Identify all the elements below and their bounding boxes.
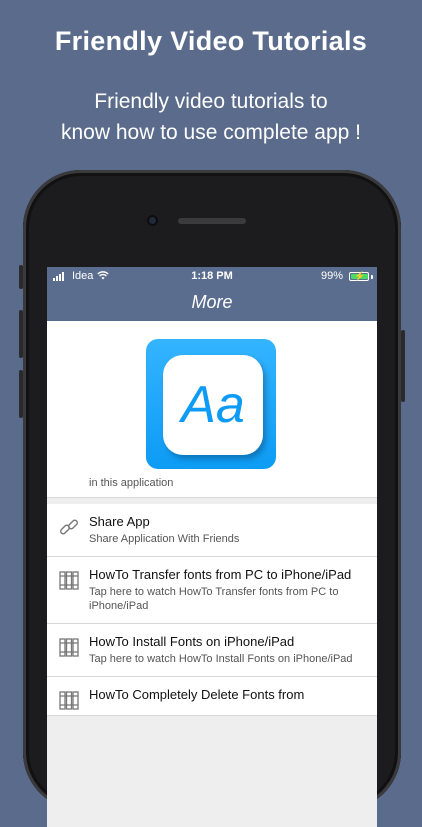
link-icon [60,519,78,535]
app-icon-glyph: Aa [163,355,263,455]
phone-frame: Idea 1:18 PM 99% ⚡ More Aa in this appli… [19,170,405,827]
list-item-title: HowTo Install Fonts on iPhone/iPad [89,634,295,649]
nav-bar: More [47,287,377,321]
list-item-delete-fonts[interactable]: HowTo Completely Delete Fonts from [47,677,377,716]
app-icon: Aa [146,339,276,469]
front-camera [147,215,158,226]
status-bar: Idea 1:18 PM 99% ⚡ [47,267,377,287]
books-icon [59,638,79,657]
list-item-title: HowTo Transfer fonts from PC to iPhone/i… [89,567,352,582]
volume-up-button [19,310,23,358]
promo-headline: Friendly Video Tutorials [54,26,368,56]
promo-subline-line-1: Friendly video tutorials to [94,90,328,113]
list-item-transfer-fonts[interactable]: HowTo Transfer fonts from PC to iPhone/i… [47,557,377,624]
battery-percent: 99% [320,270,343,282]
volume-down-button [19,370,23,418]
list-item-title: Share App [89,514,150,529]
list-item-install-fonts[interactable]: HowTo Install Fonts on iPhone/iPad Tap h… [47,624,377,677]
battery-tip [371,275,373,279]
books-icon [59,571,79,590]
app-icon-header: Aa [47,321,377,475]
mute-switch [19,265,23,289]
earpiece-speaker [178,218,246,224]
promo-subline-line-2: know how to use complete app ! [60,121,361,144]
more-list: Share App Share Application With Friends… [47,504,377,716]
battery-icon: ⚡ [349,271,369,281]
books-icon [59,691,79,710]
nav-title: More [191,292,233,312]
promo-subline: Friendly video tutorials to know how to … [0,86,422,148]
list-item-title: HowTo Completely Delete Fonts from [89,687,305,702]
list-item-subtitle: Tap here to watch HowTo Install Fonts on… [89,653,353,665]
list-item-subtitle: Share Application With Friends [89,533,240,545]
list-item-subtitle: Tap here to watch HowTo Transfer fonts f… [89,586,339,612]
phone-screen: Idea 1:18 PM 99% ⚡ More Aa in this appli… [47,267,377,827]
list-item-share-app[interactable]: Share App Share Application With Friends [47,504,377,557]
power-button [401,330,405,402]
header-caption: in this application [47,475,377,498]
